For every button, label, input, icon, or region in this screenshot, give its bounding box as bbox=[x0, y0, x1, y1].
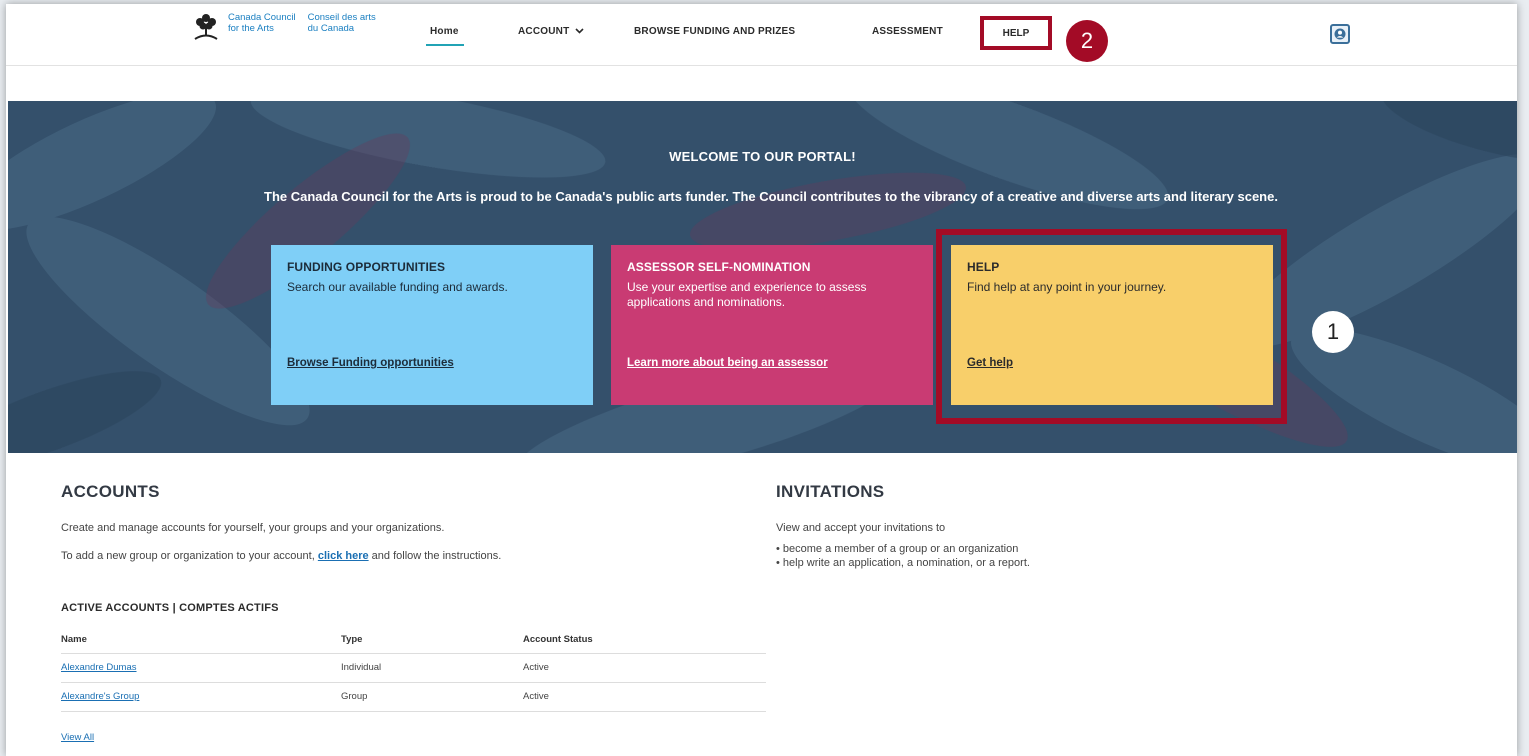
account-name-link[interactable]: Alexandre Dumas bbox=[61, 653, 341, 683]
invitation-bullet-2: • help write an application, a nominatio… bbox=[776, 557, 1030, 569]
active-accounts-heading: ACTIVE ACCOUNTS | COMPTES ACTIFS bbox=[61, 602, 279, 614]
invitations-heading: INVITATIONS bbox=[776, 482, 885, 501]
logo-en-line2: for the Arts bbox=[228, 23, 274, 34]
welcome-description: The Canada Council for the Arts is proud… bbox=[264, 189, 1278, 204]
nav-account[interactable]: ACCOUNT bbox=[518, 26, 584, 37]
logo-en-line1: Canada Council bbox=[228, 12, 296, 23]
browse-funding-link[interactable]: Browse Funding opportunities bbox=[287, 357, 454, 369]
logo-fr-line2: du Canada bbox=[307, 23, 355, 34]
welcome-banner: WELCOME TO OUR PORTAL! The Canada Counci… bbox=[8, 101, 1517, 453]
logo-wordmark: Canada Council for the Arts Conseil des … bbox=[228, 12, 388, 34]
account-type: Individual bbox=[341, 653, 523, 683]
nav-browse-funding[interactable]: BROWSE FUNDING AND PRIZES bbox=[634, 26, 795, 37]
column-header-name: Name bbox=[61, 628, 341, 654]
column-header-status: Account Status bbox=[523, 628, 766, 654]
active-accounts-table: Name Type Account Status Alexandre Dumas… bbox=[61, 628, 766, 712]
callout-marker-1: 1 bbox=[1312, 311, 1354, 353]
invitations-bullets: • become a member of a group or an organ… bbox=[776, 542, 1030, 570]
nav-home-active-indicator bbox=[426, 44, 464, 46]
assessor-card-title: ASSESSOR SELF-NOMINATION bbox=[627, 260, 811, 274]
nav-assessment[interactable]: ASSESSMENT bbox=[872, 26, 943, 37]
invitations-description: View and accept your invitations to bbox=[776, 522, 946, 534]
accounts-heading: ACCOUNTS bbox=[61, 482, 160, 501]
callout-marker-2: 2 bbox=[1066, 20, 1108, 62]
view-all-link[interactable]: View All bbox=[61, 732, 94, 743]
funding-opportunities-card: FUNDING OPPORTUNITIES Search our availab… bbox=[271, 245, 593, 405]
add-instructions-prefix: To add a new group or organization to yo… bbox=[61, 550, 318, 562]
top-navigation: Canada Council for the Arts Conseil des … bbox=[6, 4, 1517, 66]
nav-home[interactable]: Home bbox=[430, 26, 459, 37]
nav-help-label: HELP bbox=[1002, 27, 1030, 39]
column-header-type: Type bbox=[341, 628, 523, 654]
funding-card-title: FUNDING OPPORTUNITIES bbox=[287, 260, 446, 274]
assessor-card-text: Use your expertise and experience to ass… bbox=[627, 280, 867, 309]
nav-help[interactable]: HELP bbox=[980, 16, 1052, 50]
welcome-title: WELCOME TO OUR PORTAL! bbox=[669, 149, 856, 164]
assessor-self-nomination-card: ASSESSOR SELF-NOMINATION Use your expert… bbox=[611, 245, 933, 405]
account-status: Active bbox=[523, 653, 766, 683]
invitation-bullet-1: • become a member of a group or an organ… bbox=[776, 543, 1019, 555]
canada-council-logo[interactable]: Canada Council for the Arts Conseil des … bbox=[192, 12, 388, 42]
accounts-description: Create and manage accounts for yourself,… bbox=[61, 522, 445, 534]
click-here-link[interactable]: click here bbox=[318, 550, 369, 562]
chevron-down-icon bbox=[575, 26, 584, 37]
table-row: Alexandre's Group Group Active bbox=[61, 682, 766, 712]
portal-window: Canada Council for the Arts Conseil des … bbox=[6, 4, 1517, 756]
funding-card-text: Search our available funding and awards. bbox=[287, 280, 508, 294]
account-status: Active bbox=[523, 682, 766, 712]
tree-logo-icon bbox=[194, 14, 218, 40]
user-avatar-icon bbox=[1334, 28, 1346, 40]
account-name-link[interactable]: Alexandre's Group bbox=[61, 682, 341, 712]
user-avatar-button[interactable] bbox=[1330, 24, 1350, 44]
table-row: Alexandre Dumas Individual Active bbox=[61, 653, 766, 683]
logo-fr-line1: Conseil des arts bbox=[307, 12, 376, 23]
table-header-row: Name Type Account Status bbox=[61, 628, 766, 654]
add-instructions-suffix: and follow the instructions. bbox=[368, 550, 502, 562]
account-type: Group bbox=[341, 682, 523, 712]
learn-assessor-link[interactable]: Learn more about being an assessor bbox=[627, 357, 828, 369]
help-card-highlight bbox=[936, 229, 1287, 424]
nav-account-label: ACCOUNT bbox=[518, 26, 570, 37]
accounts-add-instructions: To add a new group or organization to yo… bbox=[61, 550, 501, 562]
